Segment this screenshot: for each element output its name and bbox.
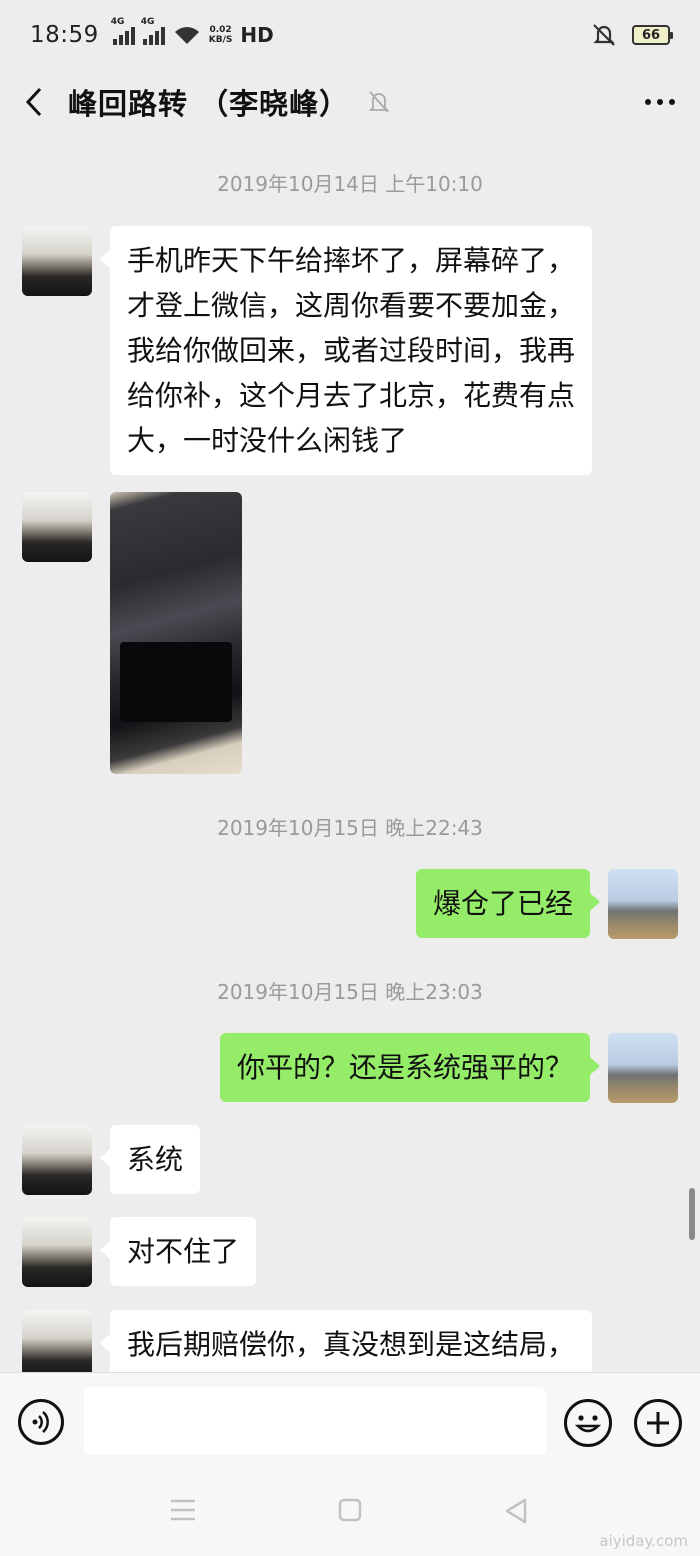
chat-title: 峰回路转 （李晓峰） [68,87,350,121]
scrollbar[interactable] [689,1188,695,1240]
plus-icon [647,1412,669,1434]
back-button[interactable] [0,70,68,134]
message-bubble[interactable]: 你平的？还是系统强平的？ [219,1033,601,1102]
menu-icon [171,1499,195,1521]
status-right: 66 [590,22,673,48]
more-dots-icon [645,99,651,105]
wifi-icon [174,27,199,44]
emoji-icon [574,1415,602,1433]
net-speed-unit: KB/S [208,35,233,45]
avatar[interactable] [22,1310,92,1372]
avatar[interactable] [22,492,92,562]
image-message[interactable] [110,492,242,774]
hd-label: HD [240,23,274,47]
message-bubble[interactable]: 爆仓了已经 [415,869,601,938]
status-icons: 4G 4G 0.02 KB/S HD [111,17,274,47]
input-bar [0,1372,700,1470]
home-icon [338,1498,362,1522]
message-input[interactable] [84,1387,546,1455]
avatar[interactable] [22,226,92,296]
signal-icon: 4G [141,17,165,45]
net-speed-value: 0.02 [209,25,232,35]
signal-tag: 4G [110,17,125,27]
status-bar: 18:59 4G 4G 0.02 KB/S HD 66 [0,0,700,70]
message-bubble[interactable]: 系统 [99,1125,201,1194]
voice-icon [32,1411,49,1433]
menu-button[interactable] [170,1498,196,1526]
chat-area[interactable]: 2019年10月14日 上午10:10 手机昨天下午给摔坏了，屏幕碎了，才登上微… [0,134,700,1372]
message-bubble[interactable]: 对不住了 [99,1217,257,1286]
timestamp: 2019年10月15日 晚上22:43 [217,816,483,840]
plus-button[interactable] [634,1399,682,1447]
avatar[interactable] [608,869,678,939]
chevron-left-icon [25,87,42,117]
avatar[interactable] [22,1217,92,1287]
chat-header: 峰回路转 （李晓峰） [0,70,700,134]
avatar[interactable] [608,1033,678,1103]
home-button[interactable] [338,1498,362,1526]
signal-icon: 4G [111,17,135,45]
watermark: aiyiday.com [599,1532,688,1550]
timestamp: 2019年10月15日 晚上23:03 [217,980,483,1004]
voice-button[interactable] [18,1399,64,1445]
system-nav-bar: aiyiday.com [0,1470,700,1556]
emoji-button[interactable] [564,1399,612,1447]
net-speed: 0.02 KB/S [209,25,233,45]
signal-tag: 4G [140,17,155,27]
more-button[interactable] [620,70,700,134]
avatar[interactable] [22,1125,92,1195]
system-back-button[interactable] [504,1498,528,1528]
status-time: 18:59 [30,22,99,48]
back-triangle-icon [505,1498,527,1524]
battery-icon: 66 [632,25,673,45]
bell-off-icon [367,89,391,115]
vibrate-mute-icon [593,24,615,46]
message-bubble[interactable]: 手机昨天下午给摔坏了，屏幕碎了，才登上微信，这周你看要不要加金，我给你做回来，或… [100,226,592,475]
timestamp: 2019年10月14日 上午10:10 [217,172,483,196]
message-bubble[interactable]: 我后期赔偿你，真没想到是这结局， [99,1310,593,1372]
